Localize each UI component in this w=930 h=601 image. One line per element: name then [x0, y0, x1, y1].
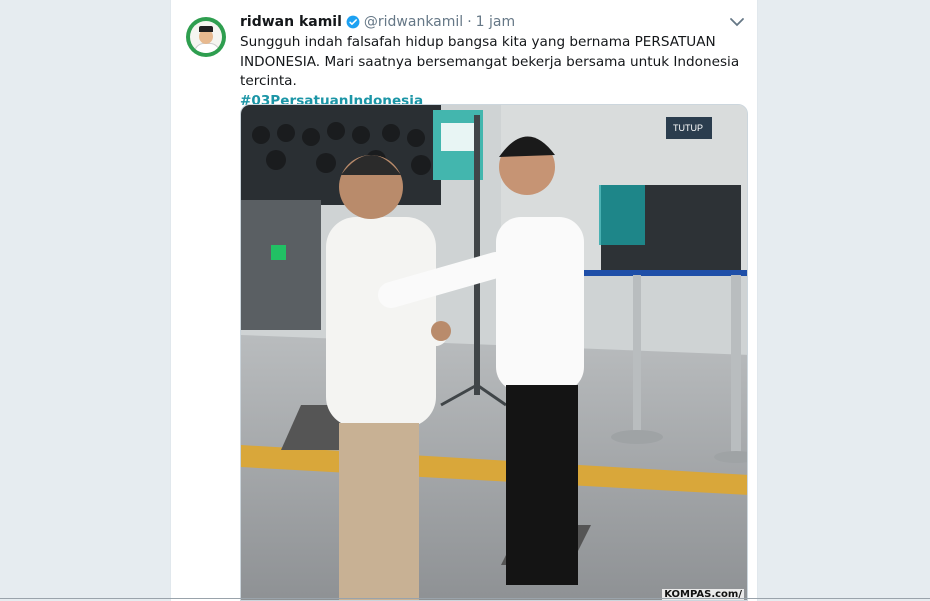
- chevron-down-icon[interactable]: [729, 14, 745, 30]
- tweet-body: Sungguh indah falsafah hidup bangsa kita…: [240, 34, 740, 89]
- author-name[interactable]: ridwan kamil: [240, 14, 342, 30]
- bottom-divider: [0, 598, 930, 599]
- tweet-timestamp[interactable]: 1 jam: [476, 14, 515, 30]
- photo-illustration: TUTUP: [241, 105, 747, 600]
- verified-badge-icon: [346, 15, 360, 29]
- tweet-header: ridwan kamil @ridwankamil · 1 jam: [240, 12, 515, 32]
- avatar-portrait: [190, 21, 222, 53]
- tweet-text: Sungguh indah falsafah hidup bangsa kita…: [240, 33, 750, 111]
- separator-dot: ·: [467, 14, 472, 30]
- tweet-card[interactable]: ridwan kamil @ridwankamil · 1 jam Sunggu…: [170, 0, 758, 601]
- author-handle[interactable]: @ridwankamil: [364, 14, 463, 30]
- tweet-photo[interactable]: TUTUP KOMPAS.com/: [240, 104, 748, 601]
- author-avatar[interactable]: [186, 17, 226, 57]
- tutup-sign: TUTUP: [673, 123, 703, 133]
